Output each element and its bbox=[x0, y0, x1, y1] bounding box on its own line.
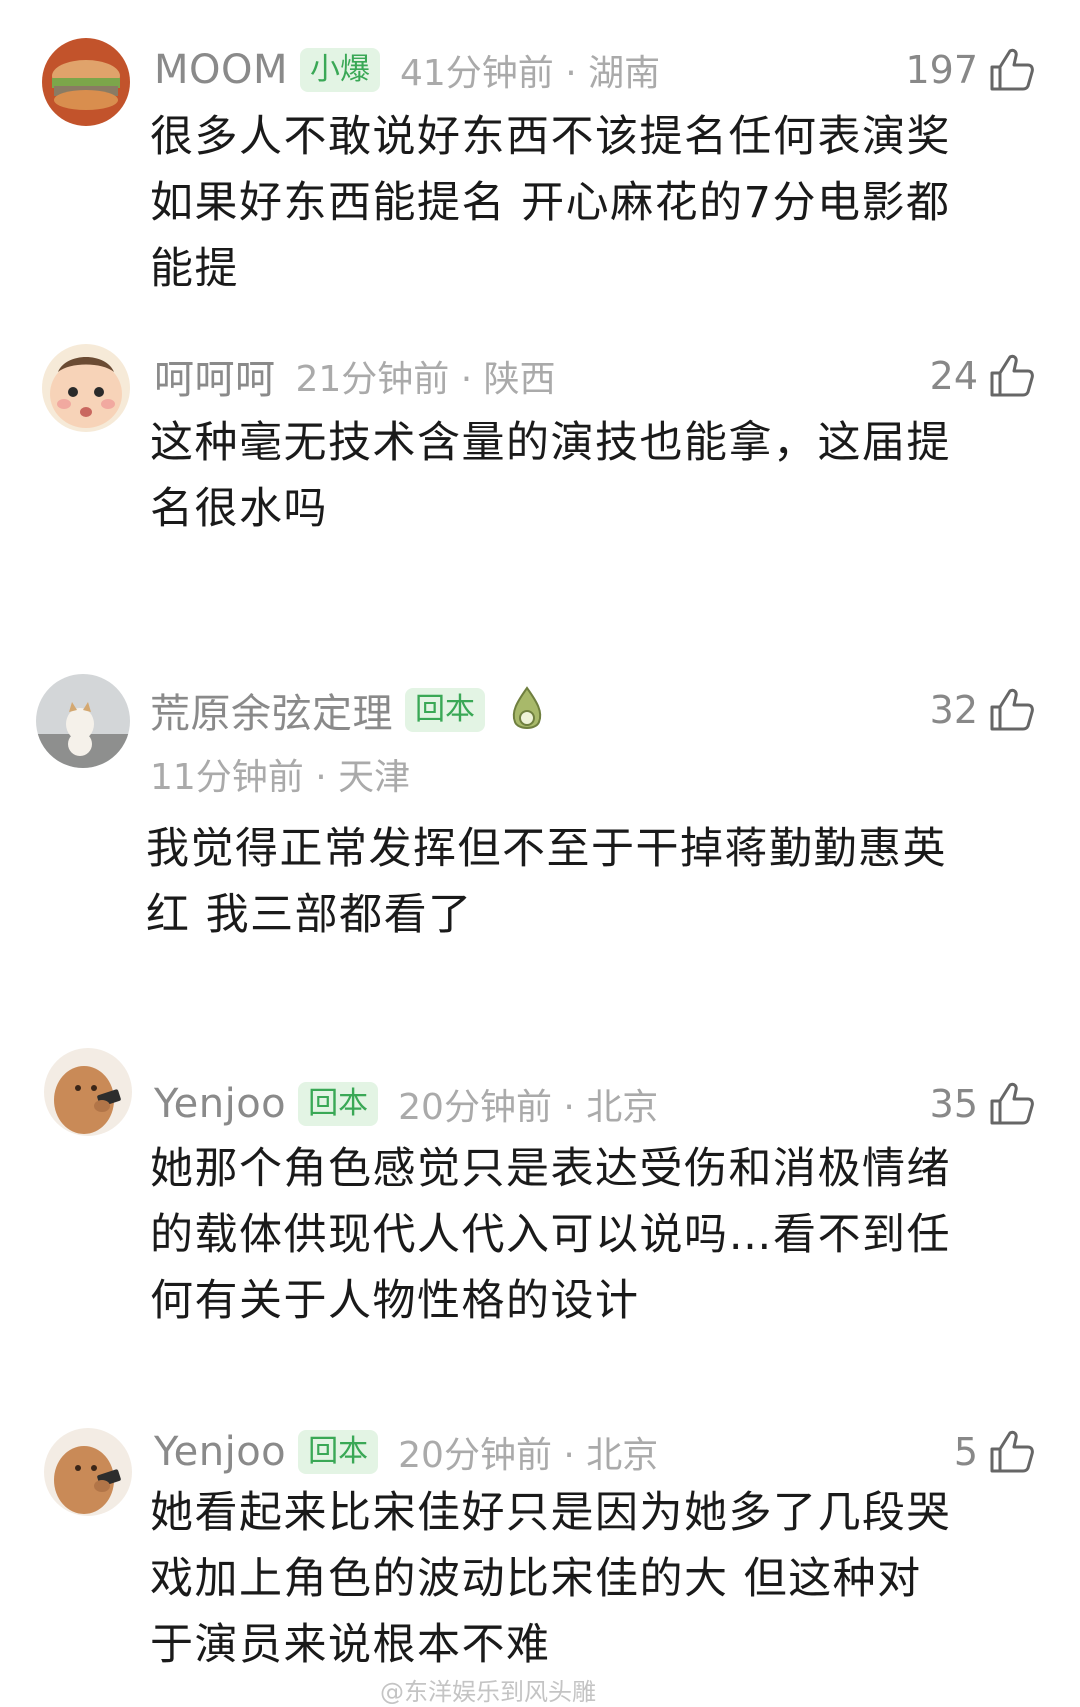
thumbs-up-icon bbox=[990, 688, 1034, 731]
comment-meta: Yenjoo 回本 20分钟前 · 北京 bbox=[154, 1422, 658, 1482]
comment-line: 能提 bbox=[150, 244, 239, 294]
time-location: 41分钟前 · 湖南 bbox=[400, 53, 661, 94]
avatar[interactable] bbox=[42, 344, 130, 432]
comment-meta: 荒原余弦定理 回本 bbox=[150, 680, 547, 740]
username[interactable]: MOOM bbox=[154, 47, 288, 93]
like-count: 5 bbox=[953, 1430, 978, 1474]
burger-avatar-icon bbox=[42, 38, 130, 126]
user-badge: 回本 bbox=[405, 688, 485, 732]
comment-item: 呵呵呵 21分钟前 · 陕西 24 这种毫无技术含量的演技也能拿，这届提 名很水… bbox=[0, 330, 1080, 610]
thumbs-up-icon bbox=[990, 354, 1034, 397]
comment-line: 她那个角色感觉只是表达受伤和消极情绪 bbox=[150, 1144, 951, 1194]
cat-avatar-icon bbox=[36, 674, 130, 768]
comment-line: 何有关于人物性格的设计 bbox=[150, 1276, 640, 1326]
like-button[interactable]: 32 bbox=[930, 680, 1036, 740]
like-button[interactable]: 197 bbox=[905, 40, 1036, 100]
avatar[interactable] bbox=[44, 1428, 132, 1516]
comment-line: 于演员来说根本不难 bbox=[150, 1620, 551, 1670]
comment-text: 这种毫无技术含量的演技也能拿，这届提 名很水吗 bbox=[150, 410, 951, 542]
time-location: 21分钟前 · 陕西 bbox=[295, 359, 556, 400]
cartoon-phone-avatar-icon bbox=[44, 1428, 132, 1516]
comment-line: 她看起来比宋佳好只是因为她多了几段哭 bbox=[150, 1488, 951, 1538]
comment-meta: MOOM 小爆 41分钟前 · 湖南 bbox=[154, 40, 660, 100]
like-button[interactable]: 24 bbox=[930, 346, 1036, 406]
thumbs-up-icon bbox=[990, 48, 1034, 91]
like-count: 197 bbox=[905, 48, 978, 92]
like-count: 35 bbox=[929, 1082, 978, 1126]
cartoon-phone-avatar-icon bbox=[44, 1048, 132, 1136]
user-badge: 小爆 bbox=[300, 48, 380, 92]
comment-meta: Yenjoo 回本 20分钟前 · 北京 bbox=[154, 1074, 658, 1134]
comment-meta: 呵呵呵 21分钟前 · 陕西 bbox=[154, 346, 556, 406]
username[interactable]: 荒原余弦定理 bbox=[150, 681, 393, 739]
comment-item: Yenjoo 回本 20分钟前 · 北京 5 她看起来比宋佳好只是因为她多了几段… bbox=[0, 1420, 1080, 1694]
baby-face-avatar-icon bbox=[42, 344, 130, 432]
comment-line: 戏加上角色的波动比宋佳的大 但这种对 bbox=[150, 1554, 922, 1604]
comment-line: 红 我三部都看了 bbox=[146, 890, 473, 940]
comment-text: 我觉得正常发挥但不至于干掉蒋勤勤惠英 红 我三部都看了 bbox=[146, 816, 947, 948]
comment-line: 名很水吗 bbox=[150, 484, 328, 534]
user-badge: 回本 bbox=[298, 1430, 379, 1474]
comment-text: 她那个角色感觉只是表达受伤和消极情绪 的载体供现代人代入可以说吗…看不到任 何有… bbox=[150, 1136, 951, 1334]
time-location: 20分钟前 · 北京 bbox=[398, 1435, 659, 1476]
comment-line: 的载体供现代人代入可以说吗…看不到任 bbox=[150, 1210, 951, 1260]
comment-item: 荒原余弦定理 回本 32 11分钟前 · 天津 我觉得正常发挥但不至于干掉蒋勤勤… bbox=[0, 660, 1080, 990]
comment-meta-second-row: 11分钟前 · 天津 bbox=[150, 744, 410, 804]
like-count: 32 bbox=[929, 688, 978, 732]
time-location: 11分钟前 · 天津 bbox=[150, 757, 411, 798]
like-button[interactable]: 5 bbox=[954, 1422, 1036, 1482]
thumbs-up-icon bbox=[990, 1430, 1034, 1473]
watermark: @东洋娱乐到风头雕 bbox=[380, 1678, 596, 1706]
avatar[interactable] bbox=[42, 38, 130, 126]
avatar[interactable] bbox=[44, 1048, 132, 1136]
comment-line: 如果好东西能提名 开心麻花的7分电影都 bbox=[150, 178, 951, 228]
avatar[interactable] bbox=[36, 674, 130, 768]
comment-item: Yenjoo 回本 20分钟前 · 北京 35 她那个角色感觉只是表达受伤和消极… bbox=[0, 1040, 1080, 1380]
user-badge: 回本 bbox=[298, 1082, 379, 1126]
comment-line: 我觉得正常发挥但不至于干掉蒋勤勤惠英 bbox=[146, 824, 947, 874]
comment-text: 很多人不敢说好东西不该提名任何表演奖 如果好东西能提名 开心麻花的7分电影都 能… bbox=[150, 104, 951, 302]
comment-line: 很多人不敢说好东西不该提名任何表演奖 bbox=[150, 112, 951, 162]
username[interactable]: Yenjoo bbox=[154, 1429, 286, 1475]
leaf-medal-icon bbox=[512, 686, 542, 729]
username[interactable]: Yenjoo bbox=[154, 1081, 286, 1127]
like-count: 24 bbox=[929, 354, 978, 398]
thumbs-up-icon bbox=[990, 1082, 1034, 1125]
like-button[interactable]: 35 bbox=[930, 1074, 1036, 1134]
comment-text: 她看起来比宋佳好只是因为她多了几段哭 戏加上角色的波动比宋佳的大 但这种对 于演… bbox=[150, 1480, 951, 1678]
comment-line: 这种毫无技术含量的演技也能拿，这届提 bbox=[150, 418, 951, 468]
time-location: 20分钟前 · 北京 bbox=[398, 1087, 659, 1128]
comment-item: MOOM 小爆 41分钟前 · 湖南 197 很多人不敢说好东西不该提名任何表演… bbox=[0, 0, 1080, 330]
username[interactable]: 呵呵呵 bbox=[154, 347, 276, 405]
